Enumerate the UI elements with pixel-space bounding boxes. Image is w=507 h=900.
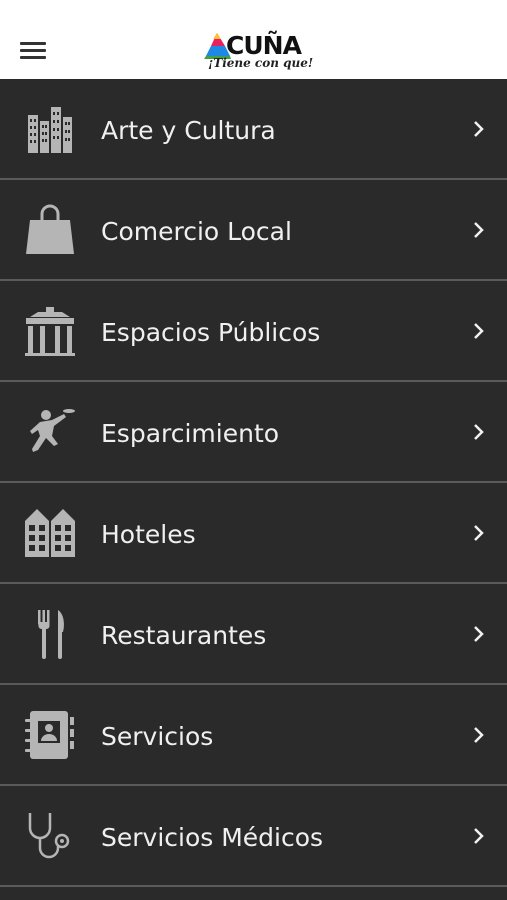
app-logo: CUÑA ¡Tiene con que! <box>200 30 314 74</box>
chevron-right-icon <box>471 422 485 442</box>
category-label: Arte y Cultura <box>101 116 276 145</box>
category-item-espacios-publicos[interactable]: Espacios Públicos <box>0 281 507 382</box>
frisbee-player-icon <box>24 406 76 458</box>
buildings-icon <box>24 103 76 155</box>
category-list: Arte y Cultura Comercio Local Espacios P… <box>0 79 507 887</box>
chevron-right-icon <box>471 119 485 139</box>
chevron-right-icon <box>471 725 485 745</box>
top-app-bar: CUÑA ¡Tiene con que! <box>0 0 507 79</box>
category-label: Servicios <box>101 722 214 751</box>
category-item-servicios[interactable]: Servicios <box>0 685 507 786</box>
hamburger-menu-icon[interactable] <box>18 38 48 64</box>
category-item-restaurantes[interactable]: Restaurantes <box>0 584 507 685</box>
stethoscope-icon <box>24 810 76 862</box>
category-label: Servicios Médicos <box>101 823 324 852</box>
category-label: Hoteles <box>101 520 196 549</box>
category-item-esparcimiento[interactable]: Esparcimiento <box>0 382 507 483</box>
category-label: Esparcimiento <box>101 419 280 448</box>
chevron-right-icon <box>471 220 485 240</box>
category-label: Espacios Públicos <box>101 318 321 347</box>
category-item-hoteles[interactable]: Hoteles <box>0 483 507 584</box>
shopping-bag-icon <box>24 204 76 256</box>
logo-tagline: ¡Tiene con que! <box>208 56 314 70</box>
chevron-right-icon <box>471 523 485 543</box>
fork-knife-icon <box>24 608 76 660</box>
category-item-arte-y-cultura[interactable]: Arte y Cultura <box>0 79 507 180</box>
category-label: Restaurantes <box>101 621 267 650</box>
gate-monument-icon <box>24 305 76 357</box>
category-label: Comercio Local <box>101 217 292 246</box>
chevron-right-icon <box>471 321 485 341</box>
chevron-right-icon <box>471 624 485 644</box>
category-item-servicios-medicos[interactable]: Servicios Médicos <box>0 786 507 887</box>
hotel-icon <box>24 507 76 559</box>
contact-book-icon <box>24 709 76 761</box>
category-item-comercio-local[interactable]: Comercio Local <box>0 180 507 281</box>
chevron-right-icon <box>471 826 485 846</box>
